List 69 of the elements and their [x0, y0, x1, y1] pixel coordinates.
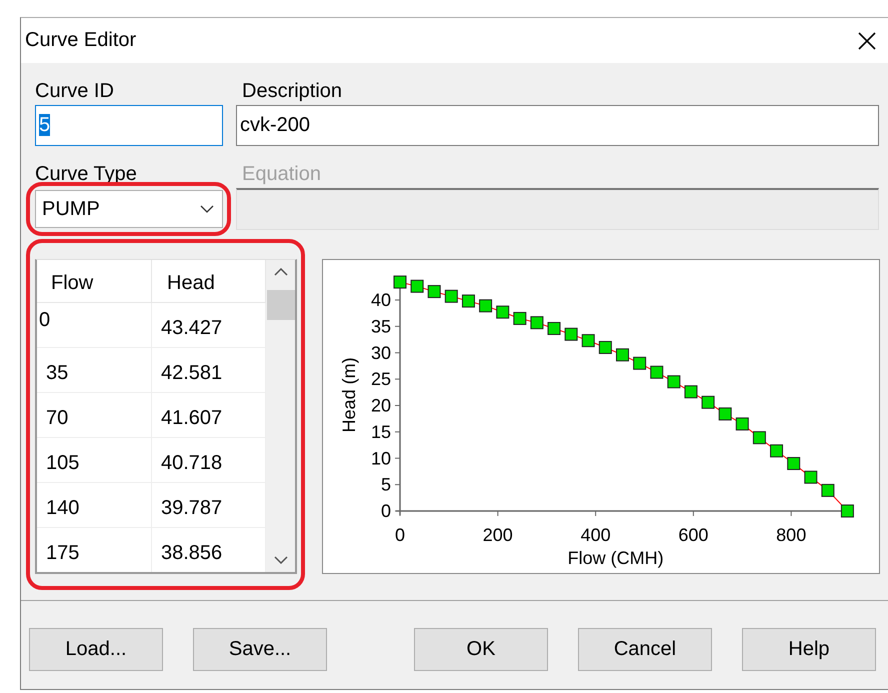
axis-tick-label: 400 [580, 525, 611, 545]
field-label: Description [242, 79, 344, 104]
data-point [394, 276, 406, 289]
axis-title: Flow (CMH) [568, 548, 664, 568]
dialog-button[interactable]: Save... [193, 628, 327, 671]
scrollbar[interactable] [266, 260, 295, 572]
data-point [616, 348, 629, 362]
axis-tick-label: 30 [370, 342, 391, 363]
axis-title: Head (m) [339, 357, 359, 432]
dialog-button[interactable]: Load... [29, 628, 163, 671]
axis-tick-label: 10 [370, 448, 391, 468]
data-point [787, 457, 800, 470]
close-icon[interactable] [857, 30, 877, 50]
axis-tick-label: 800 [776, 525, 806, 545]
table-cell: 140 [37, 483, 152, 528]
data-point [667, 375, 680, 388]
data-point [718, 407, 732, 420]
axis-tick-label: 40 [370, 290, 391, 310]
data-point [410, 280, 424, 293]
axis-tick-label: 0 [395, 525, 405, 545]
data-point [496, 306, 510, 319]
field-label: Equation [242, 162, 322, 187]
data-point [736, 417, 749, 430]
dialog-button[interactable]: Cancel [578, 628, 712, 671]
description-field[interactable]: cvk-200 [236, 105, 879, 146]
axis-tick-label: 600 [678, 525, 708, 545]
dialog-button[interactable]: Help [742, 628, 876, 671]
field-label: Curve ID [35, 79, 115, 104]
axis-tick-label: 200 [482, 525, 513, 545]
data-point [752, 431, 766, 444]
axis-tick-label: 35 [370, 316, 391, 336]
scroll-up-icon[interactable] [274, 268, 288, 276]
scroll-down-icon[interactable] [274, 556, 288, 564]
data-point [462, 294, 475, 308]
data-point [821, 484, 834, 497]
table-cell: 70 [37, 393, 152, 438]
data-point [479, 299, 492, 312]
caret-icon [200, 205, 214, 213]
table-cell: 175 [37, 528, 152, 572]
axis-tick-label: 15 [370, 422, 391, 442]
data-point [633, 356, 646, 370]
data-point [804, 470, 818, 484]
curve-id-field[interactable]: 5 [35, 105, 223, 146]
data-point [840, 504, 854, 518]
data-point [582, 334, 595, 348]
data-point [770, 444, 784, 458]
column-header: Flow [37, 260, 152, 303]
data-point [513, 312, 526, 325]
data-point [530, 316, 544, 330]
window-title: Curve Editor [25, 29, 136, 52]
axis-tick-label: 20 [370, 396, 391, 416]
dialog-button[interactable]: OK [414, 628, 548, 671]
axis-tick-label: 25 [370, 369, 391, 390]
table-cell: 105 [37, 438, 152, 483]
axis-tick-label: 5 [380, 474, 391, 495]
field-label: Curve Type [35, 162, 138, 187]
axis-tick-label: 0 [380, 501, 391, 521]
data-point [684, 385, 698, 398]
curve-type-dropdown[interactable]: PUMP [35, 190, 223, 228]
table-cell: 35 [37, 348, 152, 393]
data-point [650, 366, 664, 379]
data-point [702, 396, 715, 409]
scroll-thumb[interactable] [266, 290, 294, 320]
data-point [564, 328, 578, 341]
data-point [444, 290, 458, 303]
table-cell: 0 [37, 303, 152, 348]
data-point [548, 322, 561, 335]
data-point [598, 340, 612, 354]
data-point [428, 285, 441, 298]
